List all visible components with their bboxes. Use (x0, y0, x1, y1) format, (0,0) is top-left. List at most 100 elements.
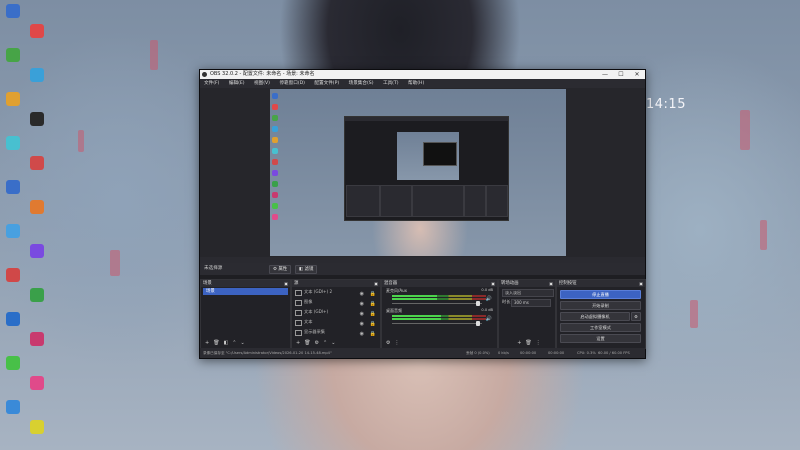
window-title: OBS 32.0.2 - 配置文件: 未命名 - 场景: 未命名 (210, 71, 315, 77)
add-icon[interactable]: + (517, 340, 521, 346)
add-icon[interactable]: + (296, 340, 300, 346)
wallpaper-streak (740, 110, 750, 150)
studio-mode-button[interactable]: 工作室模式 (560, 323, 641, 332)
menu-help[interactable]: 帮助(H) (408, 81, 424, 86)
maximize-button[interactable]: ☐ (613, 70, 629, 79)
desktop-app-icon[interactable] (6, 312, 20, 326)
lock-icon[interactable]: 🔒 (370, 329, 376, 339)
menu-tools[interactable]: 工具(T) (383, 81, 399, 86)
dock-menu-icon[interactable]: ▣ (639, 280, 643, 287)
desktop-app-icon[interactable] (6, 180, 20, 194)
source-item[interactable]: 图像 ◉ 🔒 (292, 297, 380, 307)
start-virtual-camera-button[interactable]: 启动虚拟摄像机 (560, 312, 630, 321)
desktop-app-icon[interactable] (30, 244, 44, 258)
desktop-app-icon[interactable] (6, 136, 20, 150)
desktop-app-icon[interactable] (6, 92, 20, 106)
mute-icon[interactable]: 🔊 (486, 316, 492, 322)
duration-label: 时长 (502, 299, 511, 304)
preview-canvas[interactable] (270, 89, 566, 256)
menu-view[interactable]: 视图(V) (254, 81, 270, 86)
controls-dock: 控制按钮 ▣ 停止直播 开始录制 启动虚拟摄像机 ⚙ 工作室模式 设置 (556, 279, 646, 349)
properties-button[interactable]: ⚙ 属性 (269, 265, 292, 274)
transitions-footer: + 🗑 ⋮ (499, 339, 555, 348)
virtual-camera-settings-button[interactable]: ⚙ (631, 312, 641, 321)
more-icon[interactable]: ⋮ (394, 340, 399, 346)
transitions-title: 转场动画 (501, 281, 519, 286)
transition-select[interactable]: 淡入淡出 (502, 289, 554, 297)
source-item[interactable]: 文本 (GDI+) ◉ 🔒 (292, 307, 380, 317)
text-source-icon (295, 290, 302, 296)
scenes-dock: 场景 ▣ 场景 + 🗑 ◧ ⌃ ⌄ (200, 279, 291, 349)
gear-icon[interactable]: ⚙ (386, 340, 390, 346)
stop-streaming-button[interactable]: 停止直播 (560, 290, 641, 299)
desktop-app-icon[interactable] (6, 4, 20, 18)
duration-input[interactable]: 300 ms (511, 299, 551, 307)
volume-slider-handle[interactable] (476, 301, 480, 306)
source-item[interactable]: 显示器采集 ◉ 🔒 (292, 327, 380, 337)
wallpaper-streak (78, 130, 84, 152)
transitions-dock: 转场动画 ▣ 淡入淡出 时长 300 ms + 🗑 ⋮ (498, 279, 556, 349)
volume-slider[interactable] (392, 323, 482, 324)
desktop-app-icon[interactable] (30, 332, 44, 346)
preview-area[interactable] (200, 88, 645, 260)
dock-menu-icon[interactable]: ▣ (374, 280, 378, 287)
menu-profile[interactable]: 配置文件(P) (314, 81, 339, 86)
dock-menu-icon[interactable]: ▣ (284, 280, 288, 287)
wallpaper-streak (150, 40, 158, 70)
filters-button[interactable]: ◧ 滤镜 (295, 265, 318, 274)
dock-menu-icon[interactable]: ▣ (491, 280, 495, 287)
controls-title: 控制按钮 (559, 281, 577, 286)
text-source-icon (295, 320, 302, 326)
filter-icon[interactable]: ◧ (224, 340, 229, 346)
eye-icon[interactable]: ◉ (360, 329, 364, 339)
mixer-footer: ⚙ ⋮ (382, 339, 497, 348)
desktop-app-icon[interactable] (30, 200, 44, 214)
trash-icon[interactable]: 🗑 (213, 340, 219, 346)
desktop-app-icon[interactable] (6, 48, 20, 62)
volume-slider[interactable] (392, 303, 482, 304)
bitrate: 0 kb/s (498, 351, 509, 355)
source-item[interactable]: 文本 ◉ 🔒 (292, 317, 380, 327)
menu-file[interactable]: 文件(F) (204, 81, 219, 86)
source-toolbar: 未选择源 ⚙ 属性 ◧ 滤镜 (200, 263, 645, 275)
trash-icon[interactable]: 🗑 (304, 340, 310, 346)
chevron-down-icon[interactable]: ⌄ (241, 340, 245, 346)
desktop-app-icon[interactable] (6, 400, 20, 414)
sources-footer: + 🗑 ⚙ ⌃ ⌄ (292, 339, 380, 348)
volume-slider-handle[interactable] (476, 321, 480, 326)
desktop-app-icon[interactable] (6, 224, 20, 238)
close-button[interactable]: ✕ (629, 70, 645, 79)
desktop-app-icon[interactable] (30, 288, 44, 302)
scene-item[interactable]: 场景 (203, 288, 288, 295)
desktop-app-icon[interactable] (30, 68, 44, 82)
add-icon[interactable]: + (205, 340, 209, 346)
title-bar[interactable]: OBS 32.0.2 - 配置文件: 未命名 - 场景: 未命名 — ☐ ✕ (200, 70, 645, 79)
gear-icon[interactable]: ⚙ (315, 340, 319, 346)
image-source-icon (295, 300, 302, 306)
desktop-app-icon[interactable] (6, 268, 20, 282)
source-item[interactable]: 文本 (GDI+) 2 ◉ 🔒 (292, 287, 380, 297)
start-recording-button[interactable]: 开始录制 (560, 301, 641, 310)
minimize-button[interactable]: — (597, 70, 613, 79)
desktop-app-icon[interactable] (30, 156, 44, 170)
menu-docks[interactable]: 停靠窗口(D) (279, 81, 305, 86)
channel-db: 0.0 dB (481, 308, 493, 312)
fps: 60.00 / 60.00 FPS (598, 351, 630, 355)
dock-menu-icon[interactable]: ▣ (549, 280, 553, 287)
chevron-up-icon[interactable]: ⌃ (232, 340, 236, 346)
desktop-app-icon[interactable] (30, 376, 44, 390)
settings-button[interactable]: 设置 (560, 334, 641, 343)
trash-icon[interactable]: 🗑 (525, 340, 531, 346)
scenes-footer: + 🗑 ◧ ⌃ ⌄ (201, 339, 290, 348)
desktop-app-icon[interactable] (30, 112, 44, 126)
chevron-up-icon[interactable]: ⌃ (323, 340, 327, 346)
chevron-down-icon[interactable]: ⌄ (331, 340, 335, 346)
desktop-app-icon[interactable] (30, 24, 44, 38)
desktop-app-icon[interactable] (30, 420, 44, 434)
mute-icon[interactable]: 🔊 (486, 296, 492, 302)
volume-level (392, 298, 438, 300)
menu-edit[interactable]: 编辑(E) (229, 81, 245, 86)
menu-scene-collection[interactable]: 场景集合(S) (349, 81, 374, 86)
desktop-app-icon[interactable] (6, 356, 20, 370)
more-icon[interactable]: ⋮ (536, 340, 541, 346)
